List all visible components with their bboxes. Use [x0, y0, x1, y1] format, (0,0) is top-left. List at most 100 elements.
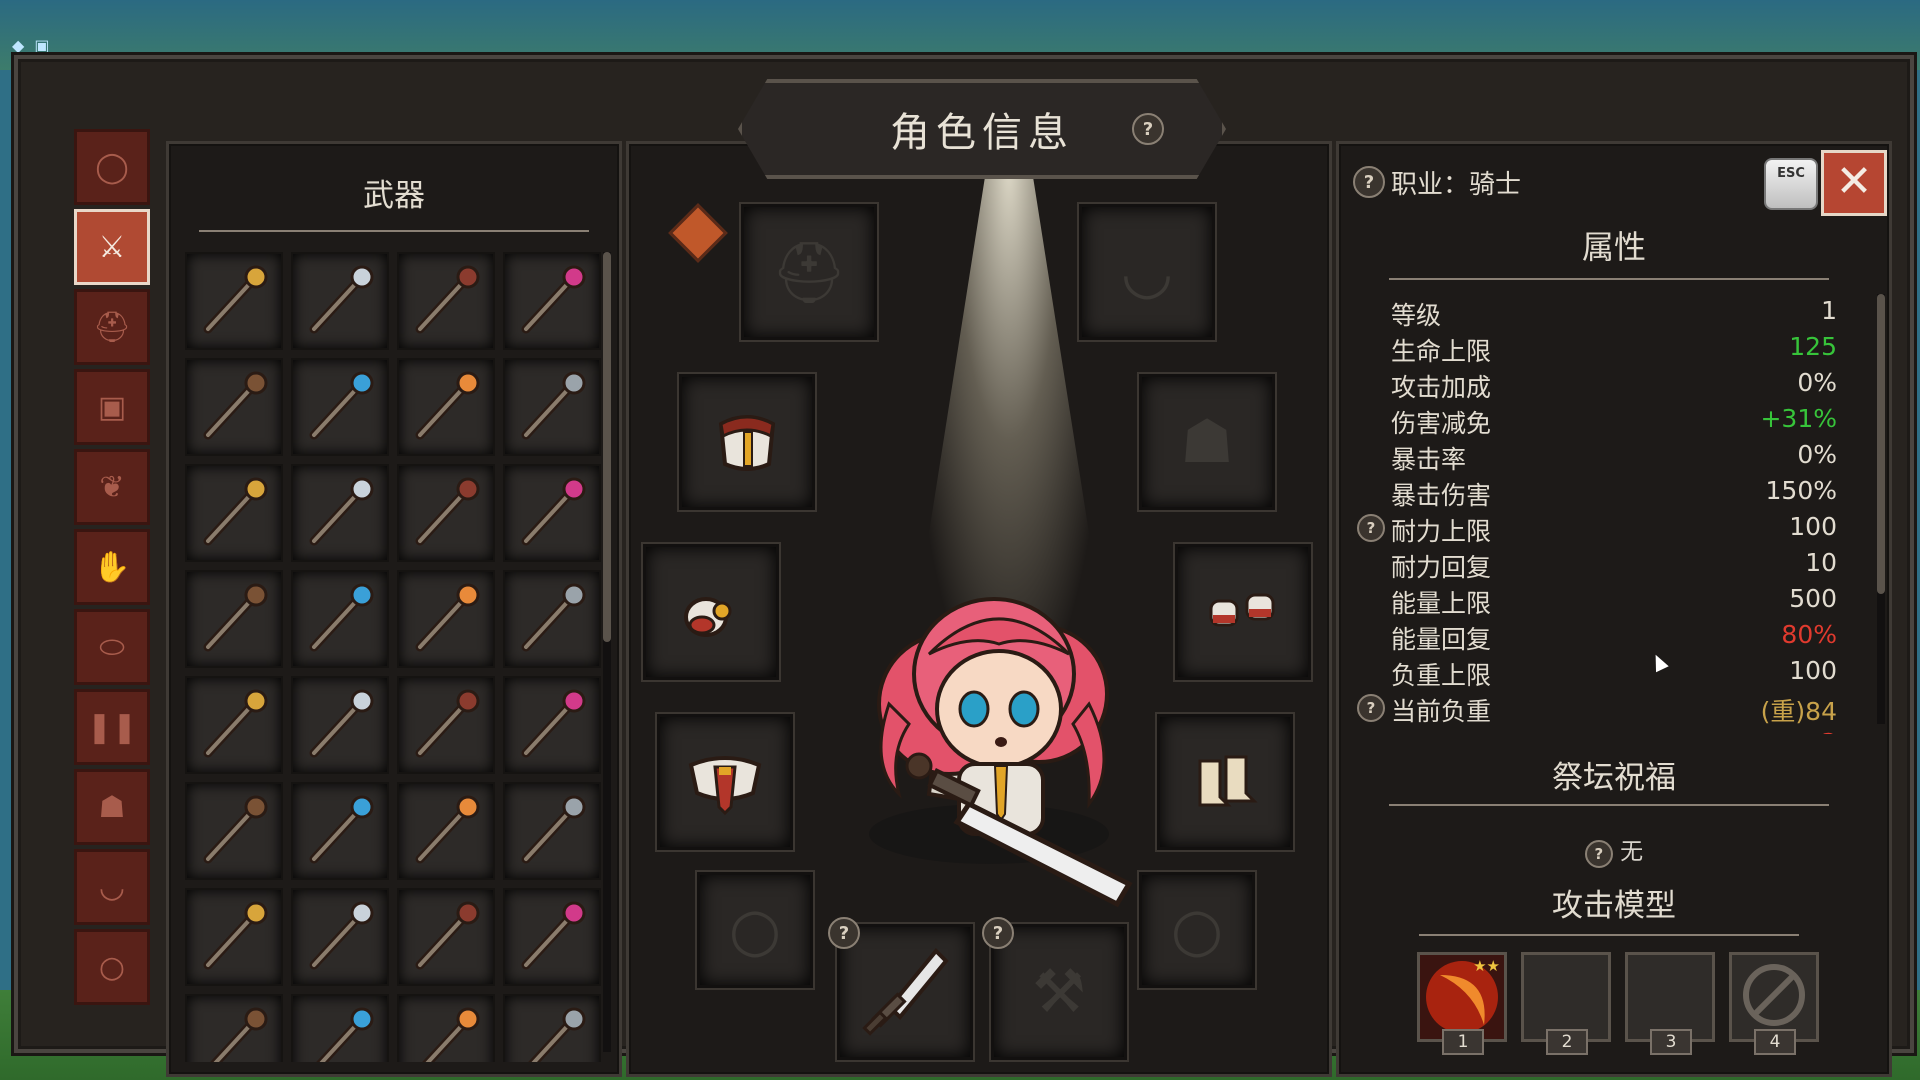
weapon-cell[interactable] [185, 888, 283, 986]
ring-left-slot[interactable]: ○ [697, 872, 813, 988]
weapon-cell[interactable] [503, 358, 601, 456]
weapon-cell[interactable] [503, 570, 601, 668]
skull-staff-icon [415, 477, 480, 546]
gauntlet-icon [684, 597, 732, 637]
helmet-icon: ⛑ [92, 309, 132, 345]
help-icon[interactable]: ? [1584, 840, 1613, 868]
weapon-cell[interactable] [503, 888, 601, 986]
cloak-slot[interactable]: ☗ [1139, 374, 1275, 510]
weapon-cell[interactable] [397, 252, 495, 350]
weapon-cell[interactable] [291, 252, 389, 350]
weapon-cell[interactable] [291, 782, 389, 880]
boots-slot[interactable] [1157, 714, 1293, 850]
weapon-cell[interactable] [185, 570, 283, 668]
attack-slot-4[interactable]: 4 [1729, 952, 1819, 1055]
weapon-scrollbar[interactable] [603, 252, 611, 1052]
category-gloves-button[interactable]: ✋ [74, 529, 150, 605]
stats-scroll-thumb[interactable] [1877, 294, 1885, 594]
altar-blessing-value: ? 无 [1339, 832, 1889, 868]
category-weapon-button[interactable]: ⚔ [74, 209, 150, 285]
gem-icon: ◆ [12, 36, 25, 55]
weapon-cell[interactable] [503, 252, 601, 350]
flame-branch-staff-icon [309, 371, 374, 440]
knight-character-sprite [869, 597, 1133, 908]
close-button[interactable]: ✕ [1821, 150, 1887, 216]
helmet-slot[interactable]: ⛑ [741, 204, 877, 340]
weapon-cell[interactable] [185, 782, 283, 880]
category-belt-button[interactable]: ⬭ [74, 609, 150, 685]
weapon-scroll-thumb[interactable] [603, 252, 611, 642]
stat-row: 暴击率 0% [1357, 438, 1837, 474]
greatsword-icon [862, 948, 949, 1036]
category-shoulder-button[interactable]: ❦ [74, 449, 150, 525]
help-icon[interactable]: ? [1357, 694, 1385, 722]
category-all-button[interactable]: ◯ [74, 129, 150, 205]
attack-slot-1[interactable]: ★★ 1 [1417, 952, 1507, 1055]
belt-icon: ⬭ [99, 629, 125, 665]
weapon-cell[interactable] [397, 570, 495, 668]
weapon-cell[interactable] [185, 676, 283, 774]
chest-slot[interactable] [657, 714, 793, 850]
weapon-cell[interactable] [291, 994, 389, 1062]
ring-right-slot[interactable]: ○ [1139, 872, 1255, 988]
offhand-slot[interactable]: ? ⚒ [982, 917, 1127, 1060]
weapon-cell[interactable] [291, 676, 389, 774]
gauntlet-slot[interactable] [643, 544, 779, 680]
weapon-cell[interactable] [185, 252, 283, 350]
weapon-cell[interactable] [185, 358, 283, 456]
stat-value: -3 [1812, 728, 1837, 734]
shoulder-slot[interactable] [679, 374, 815, 510]
kite-shield-icon [528, 1007, 586, 1062]
stat-row: 负重上限 100 [1357, 654, 1837, 690]
weapon-cell[interactable] [397, 994, 495, 1062]
weapon-cell[interactable] [503, 464, 601, 562]
weapon-cell[interactable] [291, 888, 389, 986]
stat-name: 能量回复 [1391, 625, 1492, 654]
weapon-cell[interactable] [397, 782, 495, 880]
stat-value: +31% [1760, 404, 1837, 433]
category-necklace-button[interactable]: ◡ [74, 849, 150, 925]
category-boots-button[interactable]: ❚❚ [74, 689, 150, 765]
stats-scrollbar[interactable] [1877, 294, 1885, 724]
category-cloak-button[interactable]: ☗ [74, 769, 150, 845]
bracer-icon [1209, 593, 1275, 627]
stat-row: 等级 1 [1357, 294, 1837, 330]
weapon-cell[interactable] [185, 994, 283, 1062]
golden-axe-icon [203, 795, 268, 864]
category-armor-button[interactable]: ▣ [74, 369, 150, 445]
attack-slot-2[interactable]: 2 [1521, 952, 1611, 1055]
help-icon[interactable]: ? [1357, 514, 1385, 542]
esc-key-button[interactable]: ESC [1764, 158, 1818, 210]
weapon-cell[interactable] [397, 676, 495, 774]
weapon-cell[interactable] [397, 358, 495, 456]
bracer-slot[interactable] [1175, 544, 1311, 680]
weapon-cell[interactable] [397, 464, 495, 562]
necklace-slot[interactable]: ◡ [1079, 204, 1215, 340]
weapon-cell[interactable] [291, 570, 389, 668]
spear-icon [415, 901, 480, 970]
dark-shortsword-icon [521, 689, 586, 758]
boots-icon [1198, 755, 1258, 807]
weapon-cell[interactable] [503, 782, 601, 880]
help-icon[interactable]: ? [1132, 113, 1164, 145]
attack-slot-3[interactable]: 3 [1625, 952, 1715, 1055]
main-weapon-slot[interactable]: ? [828, 917, 973, 1060]
category-helmet-button[interactable]: ⛑ [74, 289, 150, 365]
weapon-cell[interactable] [503, 994, 601, 1062]
weapon-cell[interactable] [185, 464, 283, 562]
stat-value: (重)84 [1760, 697, 1837, 726]
stat-value: 100 [1789, 512, 1837, 541]
category-ring-button[interactable]: ○ [74, 929, 150, 1005]
weapon-cell[interactable] [291, 464, 389, 562]
stat-value: 80% [1781, 620, 1837, 649]
help-icon[interactable]: ? [1353, 166, 1385, 198]
magenta-orb-staff-icon [521, 371, 586, 440]
star-rating: ★★ [1473, 957, 1500, 975]
weapon-cell[interactable] [291, 358, 389, 456]
weapon-cell[interactable] [397, 888, 495, 986]
stats-panel: ? 职业：骑士 ESC ✕ 属性 等级 1 生命上限 125 攻击加成 0% 伤害减免 +31… [1336, 141, 1892, 1077]
equipment-panel: ⛑ ◡ ☗ ○ ○ ? ? ⚒ [626, 141, 1332, 1077]
gloves-icon: ✋ [93, 549, 131, 585]
stat-row: 生命上限 125 [1357, 330, 1837, 366]
weapon-cell[interactable] [503, 676, 601, 774]
